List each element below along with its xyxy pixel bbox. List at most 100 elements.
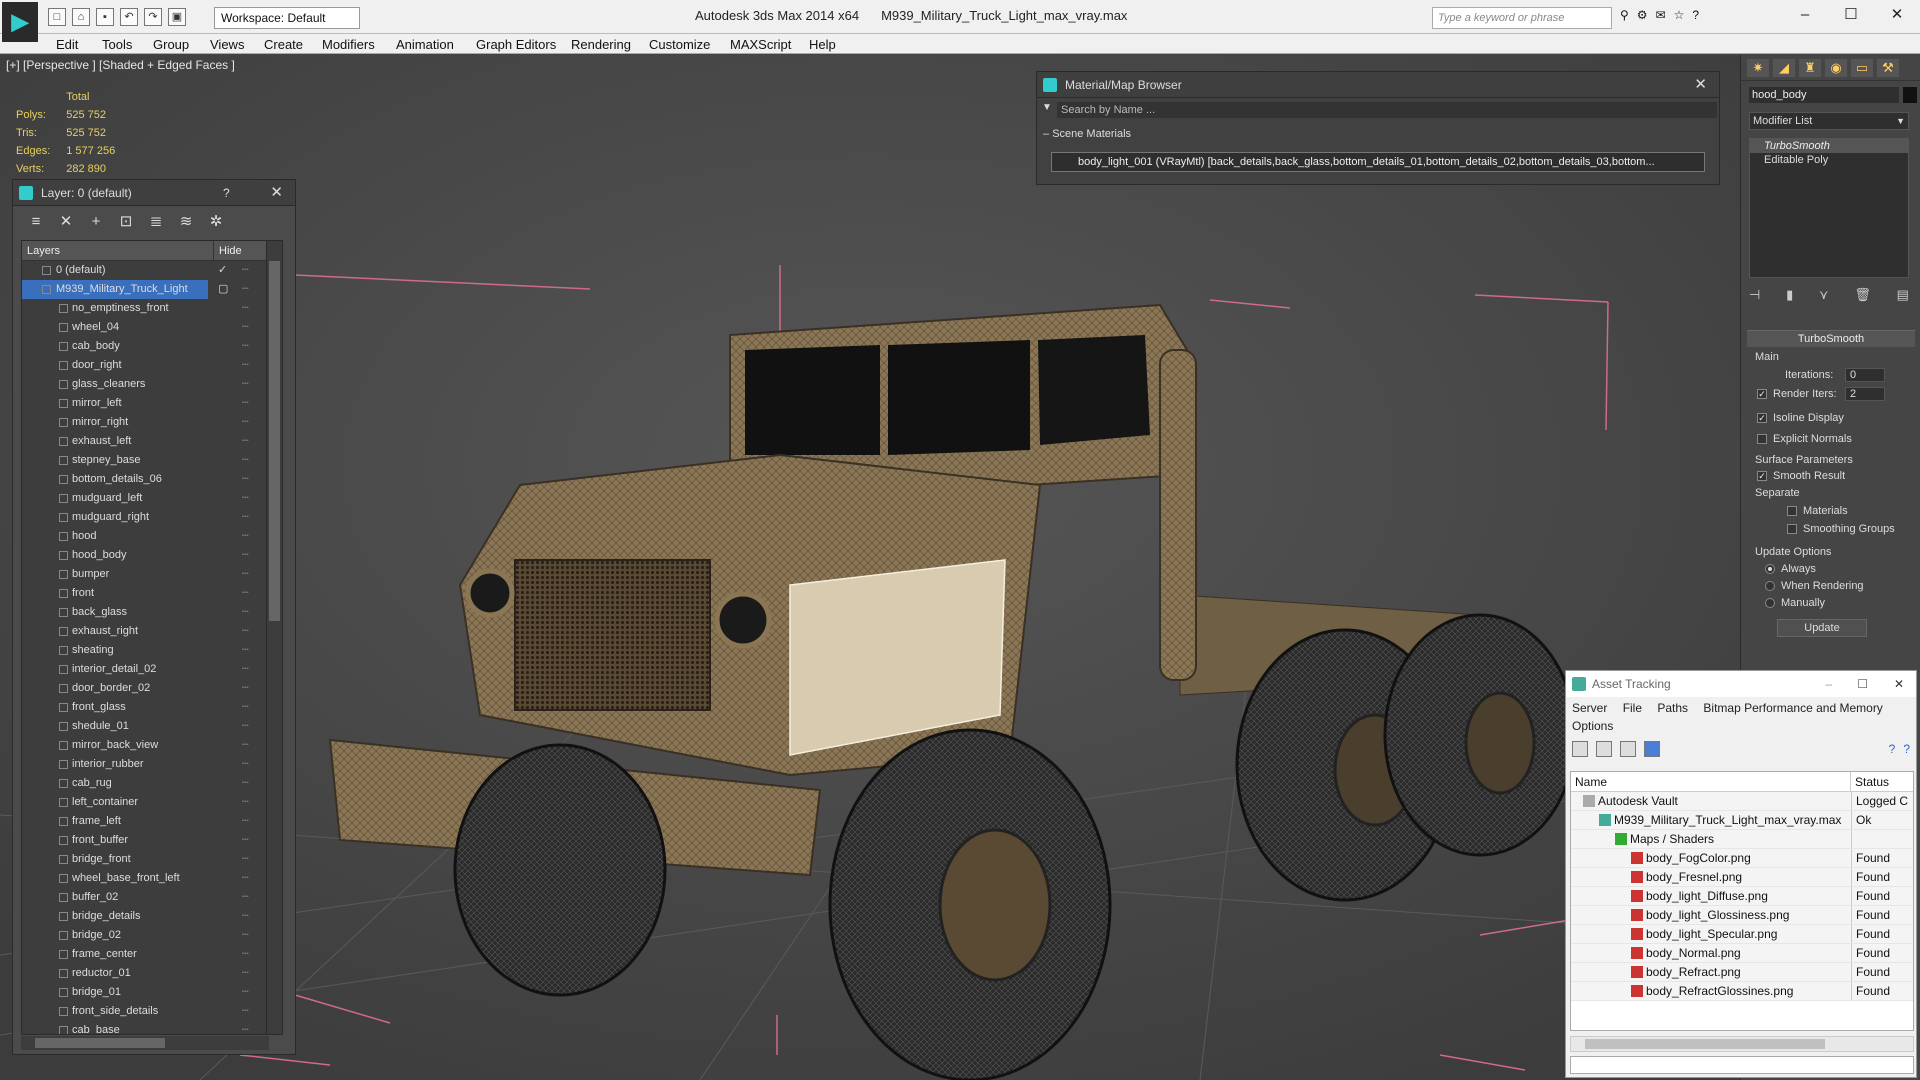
asset-row[interactable]: body_Fresnel.png Found — [1571, 868, 1913, 887]
hide-toggle-icon[interactable]: ┄ — [242, 831, 249, 850]
hide-toggle-icon[interactable]: ┄ — [242, 394, 249, 413]
layer-row[interactable]: frame_center ┄ — [22, 945, 282, 964]
layer-row[interactable]: mudguard_right ┄ — [22, 508, 282, 527]
close-icon[interactable]: ✕ — [1894, 671, 1904, 697]
layer-row[interactable]: bridge_02 ┄ — [22, 926, 282, 945]
hide-toggle-icon[interactable]: ┄ — [242, 641, 249, 660]
always-radio[interactable] — [1765, 564, 1775, 574]
menu-modifiers[interactable]: Modifiers — [322, 37, 375, 52]
hide-toggle-icon[interactable]: ┄ — [242, 337, 249, 356]
hide-toggle-icon[interactable]: ┄ — [242, 869, 249, 888]
hide-toggle-icon[interactable]: ┄ — [242, 755, 249, 774]
hide-toggle-icon[interactable]: ┄ — [242, 318, 249, 337]
select-objects-icon[interactable]: ⊡ — [117, 213, 135, 231]
maximize-icon[interactable]: ☐ — [1857, 671, 1868, 697]
favorites-star-icon[interactable]: ☆ — [1674, 8, 1685, 22]
asset-row[interactable]: M939_Military_Truck_Light_max_vray.max Ok — [1571, 811, 1913, 830]
new-file-icon[interactable]: □ — [48, 8, 66, 26]
hide-toggle-icon[interactable]: ┄ — [242, 470, 249, 489]
layer-row[interactable]: front ┄ — [22, 584, 282, 603]
asset-row[interactable]: body_FogColor.png Found — [1571, 849, 1913, 868]
asset-row[interactable]: body_light_Diffuse.png Found — [1571, 887, 1913, 906]
filter-dropdown-icon[interactable]: ▼ — [1042, 102, 1052, 113]
column-layers[interactable]: Layers — [22, 241, 214, 260]
show-end-result-icon[interactable]: ▮ — [1786, 287, 1793, 303]
menu-create[interactable]: Create — [264, 37, 303, 52]
manually-radio[interactable] — [1765, 598, 1775, 608]
freeze-all-layers-icon[interactable]: ✲ — [207, 213, 225, 231]
hide-toggle-icon[interactable]: ┄ — [242, 527, 249, 546]
layer-row[interactable]: bumper ┄ — [22, 565, 282, 584]
column-status[interactable]: Status — [1851, 772, 1889, 791]
isoline-display-checkbox[interactable]: ✓ — [1757, 413, 1767, 423]
hide-toggle-icon[interactable]: ┄ — [242, 945, 249, 964]
scene-materials-header[interactable]: – Scene Materials — [1043, 128, 1131, 140]
open-file-icon[interactable]: ⌂ — [72, 8, 90, 26]
menu-rendering[interactable]: Rendering — [571, 37, 631, 52]
hide-toggle-icon[interactable]: ┄ — [242, 907, 249, 926]
menu-group[interactable]: Group — [153, 37, 189, 52]
iterations-spinner[interactable]: 0 — [1845, 368, 1885, 382]
layer-row[interactable]: shedule_01 ┄ — [22, 717, 282, 736]
asset-row[interactable]: body_RefractGlossines.png Found — [1571, 982, 1913, 1001]
layer-row[interactable]: wheel_04 ┄ — [22, 318, 282, 337]
hide-toggle-icon[interactable]: ┄ — [242, 356, 249, 375]
layer-row[interactable]: hood_body ┄ — [22, 546, 282, 565]
active-layer-box-icon[interactable]: ▢ — [218, 280, 228, 299]
hide-toggle-icon[interactable]: ┄ — [242, 299, 249, 318]
hide-toggle-icon[interactable]: ┄ — [242, 413, 249, 432]
menu-customize[interactable]: Customize — [649, 37, 710, 52]
layer-row[interactable]: front_buffer ┄ — [22, 831, 282, 850]
menu-views[interactable]: Views — [210, 37, 244, 52]
add-to-layer-icon[interactable]: + — [87, 213, 105, 231]
menu-options[interactable]: Options — [1572, 719, 1613, 733]
hide-toggle-icon[interactable]: ┄ — [242, 508, 249, 527]
layer-row[interactable]: mirror_right ┄ — [22, 413, 282, 432]
render-iters-spinner[interactable]: 2 — [1845, 387, 1885, 401]
close-icon[interactable]: ✕ — [1874, 0, 1920, 30]
hide-toggle-icon[interactable]: ┄ — [242, 793, 249, 812]
layers-horizontal-scrollbar[interactable] — [21, 1036, 269, 1050]
hide-toggle-icon[interactable]: ┄ — [242, 888, 249, 907]
update-button[interactable]: Update — [1777, 619, 1867, 637]
close-icon[interactable]: ✕ — [1694, 72, 1707, 98]
explicit-normals-checkbox[interactable] — [1757, 434, 1767, 444]
hide-toggle-icon[interactable]: ┄ — [242, 1021, 249, 1034]
layer-row[interactable]: no_emptiness_front ┄ — [22, 299, 282, 318]
layer-row[interactable]: 0 (default) ┄ ✓ — [22, 261, 282, 280]
layer-row[interactable]: exhaust_left ┄ — [22, 432, 282, 451]
table-view-icon[interactable] — [1644, 741, 1660, 757]
layer-help-button[interactable]: ? — [223, 180, 230, 206]
assets-horizontal-scrollbar[interactable] — [1570, 1036, 1914, 1052]
hide-toggle-icon[interactable]: ┄ — [242, 717, 249, 736]
when-rendering-radio[interactable] — [1765, 581, 1775, 591]
asset-row[interactable]: body_Refract.png Found — [1571, 963, 1913, 982]
menu-edit[interactable]: Edit — [56, 37, 78, 52]
communication-icon[interactable]: ✉ — [1656, 8, 1666, 22]
minimize-icon[interactable]: – — [1782, 0, 1828, 30]
layer-row[interactable]: front_side_details ┄ — [22, 1002, 282, 1021]
hide-toggle-icon[interactable]: ┄ — [242, 964, 249, 983]
current-layer-check-icon[interactable]: ✓ — [218, 261, 227, 280]
layer-row[interactable]: door_border_02 ┄ — [22, 679, 282, 698]
hide-toggle-icon[interactable]: ┄ — [242, 660, 249, 679]
materials-checkbox[interactable] — [1787, 506, 1797, 516]
refresh-icon[interactable] — [1572, 741, 1588, 757]
stack-item-turbosmooth[interactable]: TurboSmooth — [1750, 139, 1908, 153]
workspace-dropdown[interactable]: Workspace: Default — [214, 7, 360, 29]
viewport-label[interactable]: [+] [Perspective ] [Shaded + Edged Faces… — [6, 58, 235, 72]
list-view-icon[interactable] — [1596, 741, 1612, 757]
pin-stack-icon[interactable]: ⊣ — [1749, 287, 1760, 303]
layer-row[interactable]: stepney_base ┄ — [22, 451, 282, 470]
hide-toggle-icon[interactable]: ┄ — [242, 451, 249, 470]
hide-toggle-icon[interactable]: ┄ — [242, 812, 249, 831]
app-logo-icon[interactable]: ▶ — [2, 2, 38, 42]
hide-toggle-icon[interactable]: ┄ — [242, 565, 249, 584]
scrollbar-thumb[interactable] — [269, 261, 280, 621]
layer-row[interactable]: cab_body ┄ — [22, 337, 282, 356]
delete-layer-icon[interactable]: ✕ — [57, 213, 75, 231]
redo-icon[interactable]: ↷ — [144, 8, 162, 26]
material-browser-title-bar[interactable]: Material/Map Browser ✕ — [1037, 72, 1719, 98]
hide-toggle-icon[interactable]: ┄ — [242, 736, 249, 755]
asset-row[interactable]: body_light_Specular.png Found — [1571, 925, 1913, 944]
